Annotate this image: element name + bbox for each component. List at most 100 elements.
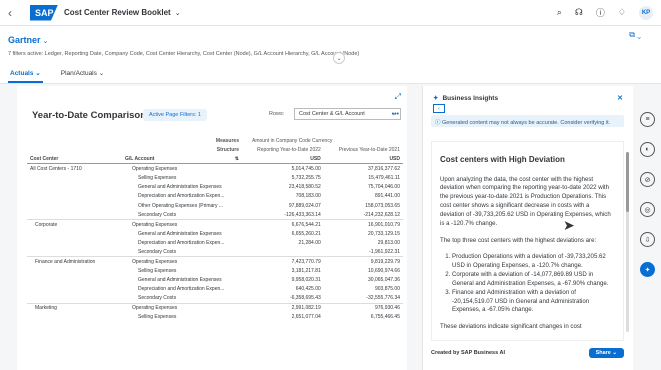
gl-account-cell[interactable]: Depreciation and Amortization Expen... (122, 192, 242, 201)
link-icon[interactable]: ⊘ (640, 172, 655, 187)
gl-account-cell[interactable]: General and Administration Expenses (122, 229, 242, 238)
main-content: ⤢ Year-to-Date Comparison Active Page Fi… (0, 86, 661, 370)
gl-account-cell[interactable]: Operating Expenses (122, 164, 242, 173)
filter-icon[interactable]: ≡ (640, 112, 655, 127)
info-icon[interactable]: ⓘ (596, 6, 605, 19)
more-icon[interactable]: ••• (392, 111, 399, 118)
tab-plan-actuals[interactable]: Plan/Actuals ⌄ (59, 65, 106, 83)
table-row[interactable]: Marketing Operating Expenses 2,991,082.19 9… (27, 302, 403, 313)
currency-label: USD (242, 154, 324, 165)
cost-center-cell[interactable]: All Cost Centers - 1710 (27, 164, 122, 173)
gl-account-cell[interactable]: Secondary Costs (122, 210, 242, 219)
expand-icon[interactable]: ⤢ (395, 92, 401, 102)
share-button[interactable]: Share ⌄ (588, 348, 624, 358)
ai-icon: ✦ (433, 95, 439, 102)
table-row[interactable]: Secondary Costs -126,433,363.14 -214,232,6… (27, 210, 403, 219)
table-row[interactable]: General and Administration Expenses 9,958… (27, 275, 403, 284)
cost-center-cell (27, 266, 122, 275)
gl-account-cell[interactable]: Secondary Costs (122, 248, 242, 257)
gl-account-cell[interactable]: General and Administration Expenses (122, 182, 242, 191)
collapse-header-button[interactable]: ⌄ (333, 52, 345, 64)
cost-center-cell[interactable]: Marketing (27, 302, 122, 313)
insight-content: Cost centers with High Deviation Upon an… (431, 141, 624, 341)
table-row[interactable]: Depreciation and Amortization Expen... 64… (27, 285, 403, 294)
column-header[interactable]: G/L Account ⇅ (122, 154, 242, 165)
active-filters-chip[interactable]: Active Page Filters: 1 (143, 109, 207, 121)
settings-icon[interactable]: ◎ (640, 202, 655, 217)
chevron-down-icon[interactable]: ⌄ (175, 9, 181, 17)
cost-center-cell (27, 201, 122, 210)
cost-center-cell[interactable]: Finance and Administration (27, 256, 122, 267)
scroll-thumb[interactable] (626, 152, 629, 212)
rows-select[interactable]: Cost Center & G/L Account ⌄ (294, 108, 401, 120)
panel-footer: Created by SAP Business AI Share ⌄ (431, 348, 624, 358)
gl-account-cell[interactable]: Other Operating Expenses (Primary ... (122, 201, 242, 210)
table-row[interactable]: All Cost Centers - 1710 Operating Expense… (27, 164, 403, 173)
currency-label: USD (323, 154, 403, 165)
sap-logo[interactable]: SAP (30, 4, 58, 21)
measure-value: Amount in Company Code Currency (252, 137, 333, 144)
cost-center-cell (27, 192, 122, 201)
insights-icon[interactable]: ✦ (640, 262, 655, 277)
tab-actuals[interactable]: Actuals ⌄ (8, 65, 43, 83)
list-item: Production Operations with a deviation o… (452, 253, 615, 271)
cost-center-cell (27, 182, 122, 191)
search-icon[interactable]: ⌕ (557, 7, 562, 18)
table-row[interactable]: Corporate Operating Expenses 6,676,544.21 1… (27, 219, 403, 229)
sort-icon[interactable]: ⇅ (235, 156, 239, 162)
shell-bar: ‹ SAP Cost Center Review Booklet ⌄ ⌕ ☊ ⓘ… (0, 0, 661, 26)
value-cell: -1,961,922.31 (369, 248, 400, 255)
value-cell: 903,875.00 (374, 286, 400, 293)
export-icon[interactable]: ⇩ (640, 232, 655, 247)
cost-center-cell (27, 275, 122, 284)
column-header[interactable]: Cost Center (27, 154, 122, 165)
gl-account-cell[interactable]: Depreciation and Amortization Expen... (122, 238, 242, 247)
gl-account-cell[interactable]: Depreciation and Amortization Expen... (122, 285, 242, 294)
table-row[interactable]: Selling Expenses 5,732,255.75 15,479,461.1… (27, 173, 403, 182)
table-row[interactable]: Depreciation and Amortization Expen... 21… (27, 238, 403, 247)
insight-paragraph: These deviations indicate significant ch… (440, 323, 582, 331)
table-row: Measures Amount in Company Code Currency (27, 136, 403, 145)
gl-account-cell[interactable]: Selling Expenses (122, 173, 242, 182)
close-icon[interactable]: ✕ (617, 94, 623, 102)
value-cell: 891,441.00 (374, 193, 400, 200)
page-header: Gartner ⌄ 7 filters active: Ledger, Repo… (0, 26, 661, 84)
gl-account-cell[interactable]: Operating Expenses (122, 302, 242, 313)
gl-account-cell[interactable]: General and Administration Expenses (122, 275, 242, 284)
share-icon[interactable]: ⧉ ⌄ (629, 30, 641, 40)
value-cell: 97,889,024.07 (288, 202, 321, 209)
table-row[interactable]: Secondary Costs -1,961,922.31 (27, 248, 403, 257)
chevron-down-icon[interactable]: ⌄ (41, 38, 48, 45)
table-row[interactable]: Selling Expenses 2,651,077.04 6,755,466.45 (27, 313, 403, 322)
cost-center-cell (27, 173, 122, 182)
app-title[interactable]: Cost Center Review Booklet (64, 8, 171, 17)
gl-account-cell[interactable]: Selling Expenses (122, 266, 242, 275)
cost-center-cell[interactable]: Corporate (27, 219, 122, 229)
help-icon[interactable]: ☊ (575, 7, 583, 18)
page-title[interactable]: Gartner (8, 35, 41, 45)
value-cell: 16,901,010.79 (323, 219, 403, 229)
created-by-label: Created by SAP Business AI (431, 350, 505, 356)
gl-account-cell[interactable]: Operating Expenses (122, 219, 242, 229)
avatar[interactable]: KP (639, 5, 653, 20)
table-row[interactable]: General and Administration Expenses 23,41… (27, 182, 403, 191)
column-header: Reporting Year-to-Date 2022 (257, 146, 321, 153)
comment-icon[interactable]: ◐ (640, 142, 655, 157)
table-row[interactable]: General and Administration Expenses 6,655… (27, 229, 403, 238)
scrollbar[interactable] (626, 152, 629, 332)
table-row[interactable]: Secondary Costs -6,358,695.43 -32,555,776.… (27, 294, 403, 303)
value-cell: -32,555,776.34 (366, 295, 400, 302)
notification-icon[interactable]: ♢ (618, 7, 626, 18)
value-cell: -6,358,695.43 (289, 295, 321, 302)
table-row[interactable]: Finance and Administration Operating Expe… (27, 256, 403, 267)
gl-account-cell[interactable]: Selling Expenses (122, 313, 242, 322)
value-cell: 7,423,770.79 (242, 256, 324, 267)
table-row: Structure Reporting Year-to-Date 2022 Prev… (27, 145, 403, 154)
gl-account-cell[interactable]: Secondary Costs (122, 294, 242, 303)
table-row[interactable]: Other Operating Expenses (Primary ... 97,… (27, 201, 403, 210)
back-button[interactable]: ‹ (8, 6, 24, 20)
gl-account-cell[interactable]: Operating Expenses (122, 256, 242, 267)
collapse-icon[interactable]: ‹ (433, 104, 445, 113)
table-row[interactable]: Depreciation and Amortization Expen... 70… (27, 192, 403, 201)
table-row[interactable]: Selling Expenses 3,181,217.81 10,690,974.6… (27, 266, 403, 275)
